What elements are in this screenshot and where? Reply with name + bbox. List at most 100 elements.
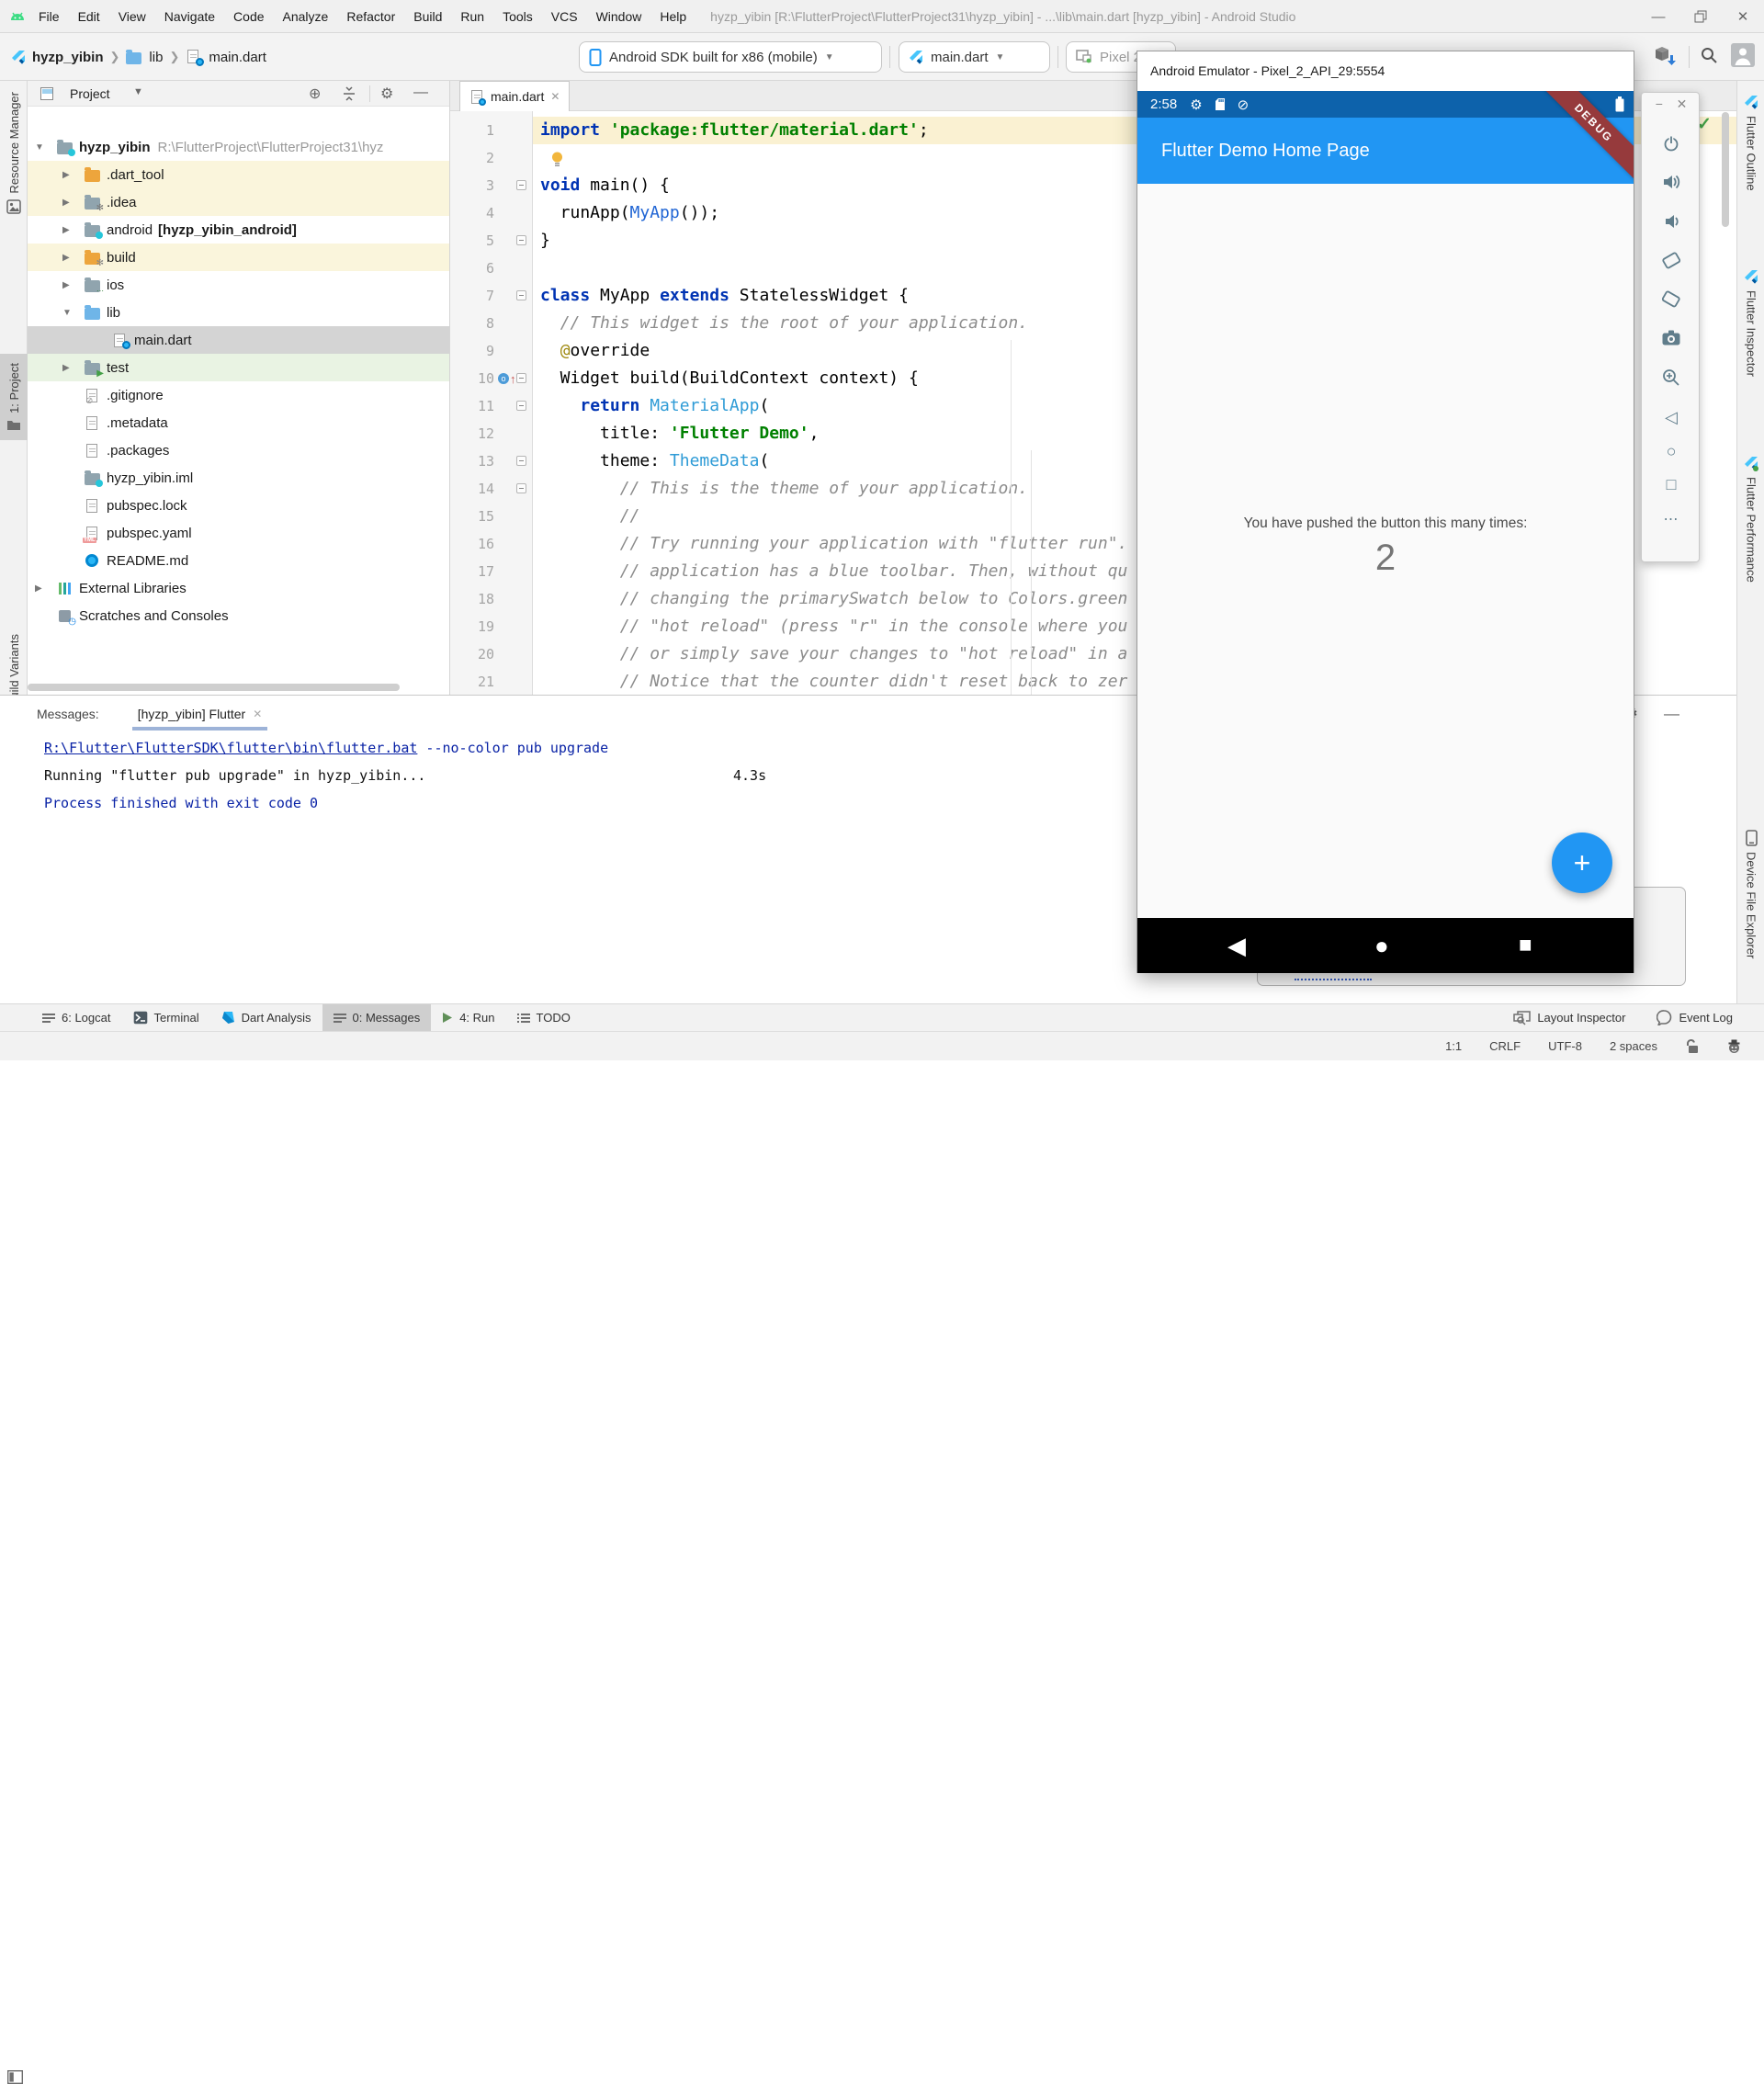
tree-item-pubspec.yaml[interactable]: YMLpubspec.yaml <box>28 519 450 547</box>
fold-marker-icon[interactable] <box>516 180 526 190</box>
hidden-link-fragment[interactable] <box>1295 973 1372 980</box>
tree-item-.packages[interactable]: .packages <box>28 436 450 464</box>
tree-item-lib[interactable]: ▼lib <box>28 299 450 326</box>
console-link[interactable]: R:\Flutter\FlutterSDK\flutter\bin\flutte… <box>44 740 417 756</box>
sidebar-tab-flutter-inspector[interactable]: Flutter Inspector <box>1737 269 1764 377</box>
breadcrumb-folder[interactable]: lib <box>149 50 163 65</box>
code-line-9[interactable]: @override <box>540 337 650 365</box>
locate-file-icon[interactable]: ⊕ <box>309 85 321 103</box>
tree-item-.metadata[interactable]: .metadata <box>28 409 450 436</box>
menu-run[interactable]: Run <box>451 9 493 24</box>
tree-item-.dart-tool[interactable]: ▶.dart_tool <box>28 161 450 188</box>
collapsed-arrow-icon[interactable]: ▶ <box>62 363 70 373</box>
expanded-arrow-icon[interactable]: ▼ <box>35 142 44 153</box>
menu-view[interactable]: View <box>109 9 155 24</box>
restore-window-icon[interactable] <box>1679 0 1722 33</box>
tree-item-test[interactable]: ▶▶test <box>28 354 450 381</box>
code-line-16[interactable]: // Try running your application with "fl… <box>540 530 1127 558</box>
fold-marker-icon[interactable] <box>516 373 526 383</box>
code-line-10[interactable]: Widget build(BuildContext context) { <box>540 365 919 392</box>
hector-inspector-icon[interactable] <box>1726 1039 1742 1054</box>
collapsed-arrow-icon[interactable]: ▶ <box>62 198 70 208</box>
rotate-right-icon[interactable] <box>1651 287 1691 311</box>
code-line-1[interactable]: import 'package:flutter/material.dart'; <box>540 117 929 144</box>
status-item-1-1[interactable]: 1:1 <box>1445 1039 1462 1053</box>
collapse-all-icon[interactable] <box>342 86 356 101</box>
sdk-manager-icon[interactable] <box>1654 46 1676 66</box>
sidebar-tab-flutter-performance[interactable]: Flutter Performance <box>1737 456 1764 583</box>
toolwindow-button-event-log[interactable]: Event Log <box>1657 1004 1733 1032</box>
code-line-15[interactable]: // <box>540 503 639 530</box>
status-item-2-spaces[interactable]: 2 spaces <box>1610 1039 1657 1053</box>
tree-item-hyzp-yibin[interactable]: ▼hyzp_yibinR:\FlutterProject\FlutterProj… <box>28 133 450 161</box>
collapsed-arrow-icon[interactable]: ▶ <box>62 253 70 263</box>
minimize-window-icon[interactable]: — <box>1637 0 1679 33</box>
device-selector[interactable]: Android SDK built for x86 (mobile) ▼ <box>579 41 882 73</box>
menu-help[interactable]: Help <box>650 9 695 24</box>
fold-marker-icon[interactable] <box>516 483 526 493</box>
code-line-5[interactable]: } <box>540 227 550 255</box>
code-line-18[interactable]: // changing the primarySwatch below to C… <box>540 585 1127 613</box>
toolwindow-button-6-logcat[interactable]: 6: Logcat <box>31 1004 122 1032</box>
code-line-8[interactable]: // This widget is the root of your appli… <box>540 310 1028 337</box>
collapsed-arrow-icon[interactable]: ▶ <box>62 225 70 235</box>
messages-tab-flutter[interactable]: [hyzp_yibin] Flutter ✕ <box>132 696 268 732</box>
gear-icon[interactable]: ⚙ <box>380 85 393 103</box>
fold-marker-icon[interactable] <box>516 401 526 411</box>
menu-tools[interactable]: Tools <box>493 9 542 24</box>
profile-avatar-icon[interactable] <box>1731 43 1755 67</box>
sidebar-tab-1-project[interactable]: 1: Project <box>0 354 28 440</box>
code-line-3[interactable]: void main() { <box>540 172 670 199</box>
collapsed-arrow-icon[interactable]: ▶ <box>35 583 42 594</box>
close-window-icon[interactable]: ✕ <box>1722 0 1764 33</box>
menu-code[interactable]: Code <box>224 9 273 24</box>
menu-refactor[interactable]: Refactor <box>337 9 404 24</box>
status-item-crlf[interactable]: CRLF <box>1489 1039 1521 1053</box>
editor-tab-main-dart[interactable]: main.dart ✕ <box>459 81 570 111</box>
menu-build[interactable]: Build <box>404 9 451 24</box>
search-everywhere-icon[interactable] <box>1700 46 1718 64</box>
rotate-left-icon[interactable] <box>1651 248 1691 272</box>
tree-item-pubspec.lock[interactable]: pubspec.lock <box>28 492 450 519</box>
volume-up-icon[interactable] <box>1651 170 1691 194</box>
collapsed-arrow-icon[interactable]: ▶ <box>62 280 70 290</box>
code-line-4[interactable]: runApp(MyApp()); <box>540 199 719 227</box>
code-line-13[interactable]: theme: ThemeData( <box>540 447 769 475</box>
close-emulator-icon[interactable]: ✕ <box>1677 96 1688 112</box>
code-line-12[interactable]: title: 'Flutter Demo', <box>540 420 819 447</box>
status-item-utf-8[interactable]: UTF-8 <box>1548 1039 1582 1053</box>
override-marker-icon[interactable]: o↑ <box>498 365 516 392</box>
volume-down-icon[interactable] <box>1651 210 1691 233</box>
more-icon[interactable]: ⋯ <box>1651 507 1691 531</box>
hide-panel-icon[interactable]: — <box>1664 705 1679 723</box>
menu-window[interactable]: Window <box>587 9 651 24</box>
toolwindow-button-dart-analysis[interactable]: Dart Analysis <box>210 1004 322 1032</box>
sidebar-tab-resource-manager[interactable]: Resource Manager <box>0 92 28 214</box>
code-line-19[interactable]: // "hot reload" (press "r" in the consol… <box>540 613 1127 640</box>
tree-item-hyzp-yibin.iml[interactable]: hyzp_yibin.iml <box>28 464 450 492</box>
close-tab-icon[interactable]: ✕ <box>550 90 560 103</box>
menu-edit[interactable]: Edit <box>69 9 109 24</box>
fold-marker-icon[interactable] <box>516 290 526 300</box>
run-config-selector[interactable]: main.dart ▼ <box>899 41 1050 73</box>
code-line-7[interactable]: class MyApp extends StatelessWidget { <box>540 282 909 310</box>
tree-item-external-libraries[interactable]: ▶External Libraries <box>28 574 450 602</box>
intention-bulb-icon[interactable] <box>549 151 565 168</box>
tree-item-android[interactable]: ▶android[hyzp_yibin_android] <box>28 216 450 244</box>
code-line-21[interactable]: // Notice that the counter didn't reset … <box>540 668 1127 695</box>
horizontal-scrollbar[interactable] <box>28 684 400 691</box>
fold-marker-icon[interactable] <box>516 456 526 466</box>
tree-item-build[interactable]: ▶✻build <box>28 244 450 271</box>
code-line-17[interactable]: // application has a blue toolbar. Then,… <box>540 558 1127 585</box>
toolwindow-button-layout-inspector[interactable]: Layout Inspector <box>1513 1004 1625 1032</box>
power-icon[interactable] <box>1651 131 1691 155</box>
unlock-icon[interactable] <box>1685 1038 1699 1054</box>
overview-icon[interactable]: □ <box>1651 472 1691 496</box>
nav-back-icon[interactable]: ◀ <box>1227 918 1246 973</box>
expanded-arrow-icon[interactable]: ▼ <box>62 308 72 318</box>
menu-file[interactable]: File <box>29 9 69 24</box>
toolwindow-button-0-messages[interactable]: 0: Messages <box>322 1004 432 1032</box>
close-tab-icon[interactable]: ✕ <box>253 708 262 720</box>
toolwindow-button-terminal[interactable]: Terminal <box>122 1004 210 1032</box>
sidebar-tab-device-file-explorer[interactable]: Device File Explorer <box>1737 830 1764 958</box>
